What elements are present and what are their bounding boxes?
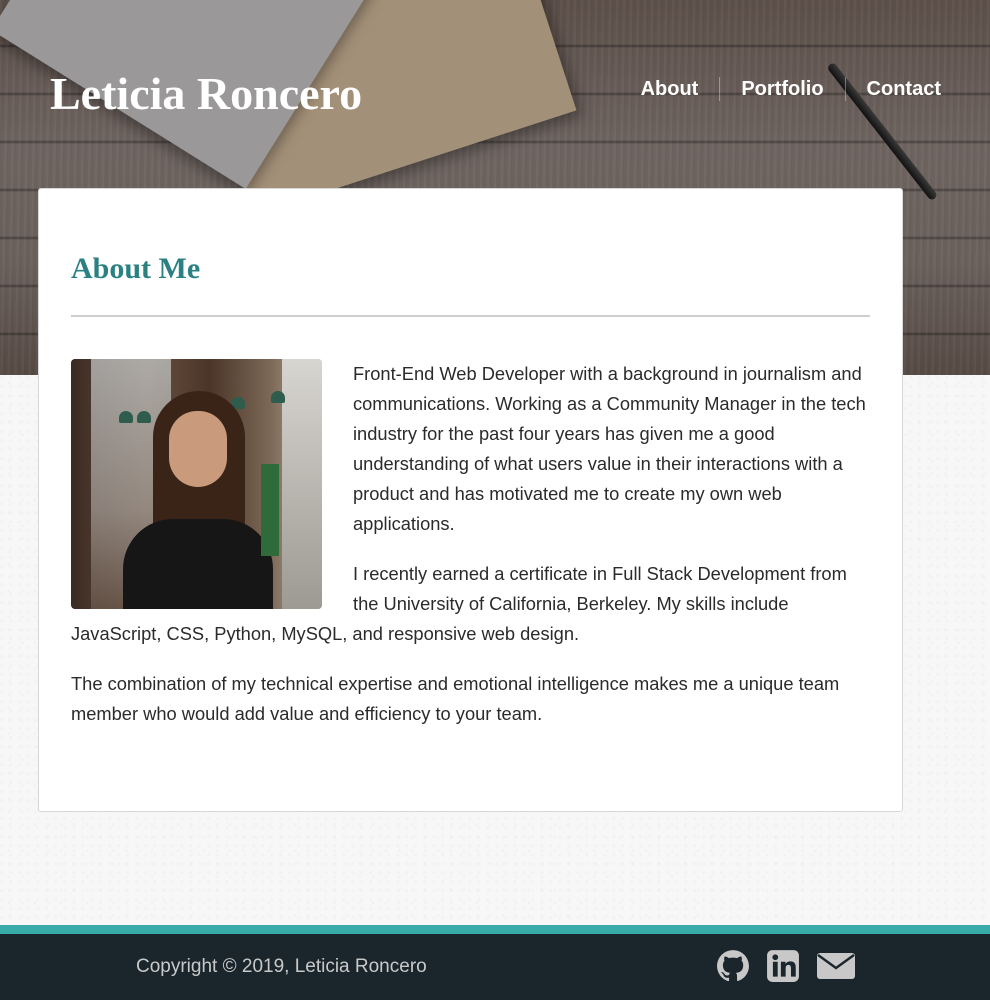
photo-subject-body bbox=[123, 519, 273, 609]
copyright-text: Copyright © 2019, Leticia Roncero bbox=[136, 956, 427, 977]
footer-accent-bar bbox=[0, 925, 990, 934]
section-divider bbox=[71, 315, 870, 317]
wind-chime-decoration bbox=[119, 411, 133, 423]
section-heading: About Me bbox=[71, 252, 201, 285]
linkedin-icon[interactable] bbox=[766, 949, 800, 983]
main-nav: About Portfolio Contact bbox=[620, 76, 941, 102]
footer: Copyright © 2019, Leticia Roncero bbox=[0, 934, 990, 1000]
envelope-icon[interactable] bbox=[816, 949, 856, 983]
nav-link-portfolio[interactable]: Portfolio bbox=[720, 76, 844, 102]
site-title[interactable]: Leticia Roncero bbox=[50, 66, 362, 122]
about-card: About Me Front-End Web Developer with a … bbox=[38, 188, 903, 812]
wind-chime-decoration bbox=[271, 391, 285, 403]
wind-chime-decoration bbox=[137, 411, 151, 423]
photo-background bbox=[282, 359, 322, 609]
profile-photo bbox=[71, 359, 322, 609]
about-content: Front-End Web Developer with a backgroun… bbox=[71, 359, 870, 729]
github-icon[interactable] bbox=[716, 949, 750, 983]
photo-hanging-tag bbox=[261, 464, 279, 556]
nav-link-contact[interactable]: Contact bbox=[846, 76, 941, 102]
about-paragraph: The combination of my technical expertis… bbox=[71, 673, 840, 724]
social-links bbox=[716, 949, 856, 983]
nav-link-about[interactable]: About bbox=[620, 76, 720, 102]
photo-subject-face bbox=[169, 411, 227, 487]
